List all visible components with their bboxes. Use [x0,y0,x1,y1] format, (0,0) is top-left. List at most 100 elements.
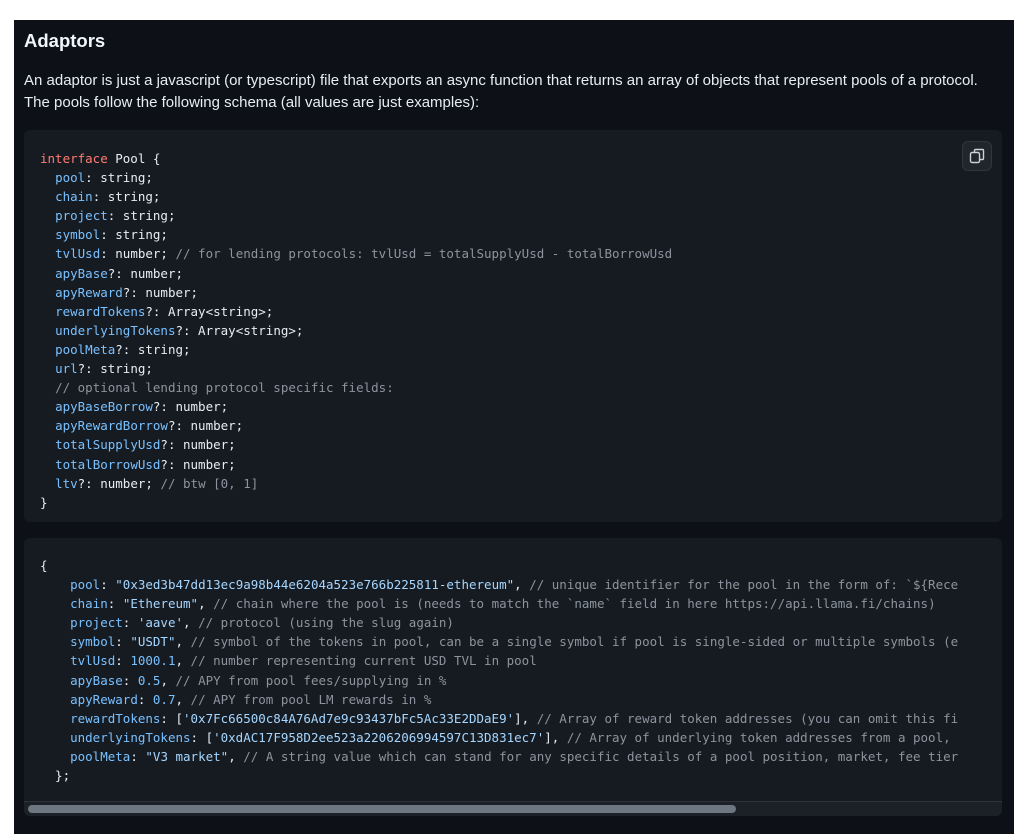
code-line: }; [40,766,958,785]
code-token: project [70,615,123,631]
code-token: apyBase [55,265,108,281]
code-token: rewardTokens [70,710,161,726]
code-block-example[interactable]: { pool: "0x3ed3b47dd13ec9a98b44e6204a523… [24,538,1002,816]
code-token: // btw [0, 1] [160,475,259,491]
code-line: poolMeta: "V3 market", // A string value… [40,747,958,766]
code-token: '0x7Fc66500c84A76Ad7e9c93437bFc5Ac33E2DD… [183,710,515,726]
code-token: ?: number; [160,437,236,453]
code-token: underlyingTokens [70,729,191,745]
code-token: ?: string; [77,361,153,377]
code-token: symbol [70,634,116,650]
code-line: apyBase?: number; [40,264,672,283]
code-line: apyReward?: number; [40,283,672,302]
code-token: // APY from pool fees/supplying in % [175,672,447,688]
code-line: underlyingTokens?: Array<string>; [40,321,672,340]
horizontal-scrollbar[interactable] [24,801,1002,816]
code-token: // number representing current USD TVL i… [190,653,537,669]
code-line: symbol: string; [40,225,672,244]
code-token: : string; [100,227,168,243]
code-line: project: 'aave', // protocol (using the … [40,613,958,632]
code-line: poolMeta?: string; [40,340,672,359]
code-token: : [107,596,123,612]
code-token: "USDT" [130,634,176,650]
code-token: ], [544,729,567,745]
code-token: // protocol (using the slug again) [198,615,454,631]
code-line: pool: "0x3ed3b47dd13ec9a98b44e6204a523e7… [40,575,958,594]
code-line: totalBorrowUsd?: number; [40,455,672,474]
code-token: // symbol of the tokens in pool, can be … [190,634,959,650]
code-token: chain [70,596,108,612]
code-block-interface[interactable]: interface Pool { pool: string; chain: st… [24,130,1002,522]
code-line: ltv?: number; // btw [0, 1] [40,474,672,493]
code-token: '0xdAC17F958D2ee523a2206206994597C13D831… [213,729,545,745]
code-token: 1000.1 [130,653,176,669]
code-token: : [100,577,116,593]
code-line: symbol: "USDT", // symbol of the tokens … [40,632,958,651]
code-token: ltv [55,475,78,491]
code-line: project: string; [40,206,672,225]
code-token: totalSupplyUsd [55,437,161,453]
code-token: apyBaseBorrow [55,399,153,415]
code-token: } [40,494,48,510]
code-line: pool: string; [40,168,672,187]
code-token: // Array of reward token addresses (you … [536,710,959,726]
code-token: interface [40,151,108,166]
code-token: : number; [100,246,176,262]
code-token: url [55,361,78,377]
code-token: { [40,558,48,573]
code-token: poolMeta [70,748,131,764]
code-token: ?: number; [160,456,236,472]
code-token: ?: number; [152,399,229,415]
code-token: ], [514,710,537,726]
code-token: apyBase [70,672,123,688]
code-token: "0x3ed3b47dd13ec9a98b44e6204a523e766b225… [115,577,515,593]
code-line: apyBase: 0.5, // APY from pool fees/supp… [40,671,958,690]
copy-button[interactable] [962,141,992,171]
code-line: tvlUsd: number; // for lending protocols… [40,244,672,263]
readme-panel: Adaptors An adaptor is just a javascript… [14,20,1014,834]
code-token: 'aave' [137,615,184,631]
code-token: pool [70,577,101,593]
code-token: pool [55,170,86,186]
code-line: apyReward: 0.7, // APY from pool LM rewa… [40,690,958,709]
code-token: // for lending protocols: tvlUsd = total… [175,246,673,262]
code-token: ?: Array<string>; [145,303,274,319]
code-line: apyRewardBorrow?: number; [40,416,672,435]
code-token: , [160,672,176,688]
code-token: ?: number; [107,265,184,281]
code-token: Pool { [107,151,161,166]
code-token: "Ethereum" [122,596,199,612]
code-line: tvlUsd: 1000.1, // number representing c… [40,651,958,670]
code-token: tvlUsd [55,246,101,262]
code-token: : string; [85,170,153,186]
code-content-interface: interface Pool { pool: string; chain: st… [40,149,672,512]
code-token: apyRewardBorrow [55,418,168,434]
code-token: tvlUsd [70,653,116,669]
code-token: // unique identifier for the pool in the… [529,577,959,593]
code-token: chain [55,189,93,205]
code-token: apyReward [70,691,138,707]
code-token: apyReward [55,284,123,300]
code-token: ?: number; [77,475,161,491]
code-token: }; [40,768,71,784]
code-line: } [40,493,672,512]
code-token: , [514,577,530,593]
code-token: totalBorrowUsd [55,456,161,472]
scrollbar-thumb[interactable] [28,805,736,813]
